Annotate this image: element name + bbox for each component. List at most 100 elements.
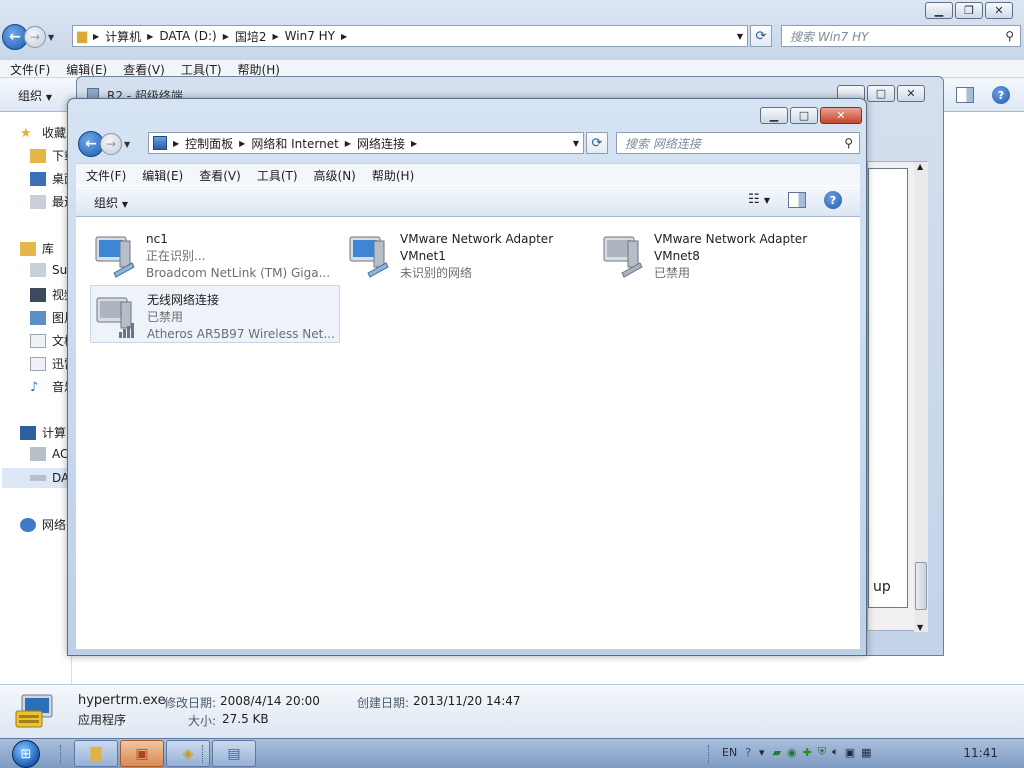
taskbar-grip	[202, 745, 206, 763]
nav-computer[interactable]: 计算	[20, 424, 66, 441]
explorer-search-input[interactable]: 搜索 Win7 HY ⚲	[781, 25, 1021, 47]
forward-button[interactable]: →	[24, 26, 46, 48]
scrollbar-thumb[interactable]	[915, 562, 927, 610]
tray-app-icon[interactable]: ✚	[803, 746, 812, 759]
terminal-area: up ▲ ▼	[867, 161, 928, 632]
connection-item-vmnet1[interactable]: VMware Network Adapter VMnet1 未识别的网络	[344, 225, 594, 283]
size-value: 27.5 KB	[222, 712, 269, 726]
taskbar-network-connections-button[interactable]: ▤	[212, 740, 256, 767]
history-dropdown-icon[interactable]: ▼	[124, 140, 130, 149]
taskbar-powerpoint-button[interactable]: ▣	[120, 740, 164, 767]
usb-device-icon[interactable]: ▣	[845, 746, 855, 759]
menu-advanced[interactable]: 高级(N)	[306, 167, 364, 184]
star-icon: ★	[20, 125, 32, 141]
connection-name: VMware Network Adapter	[654, 232, 808, 246]
preview-pane-icon[interactable]	[788, 192, 806, 208]
created-label: 创建日期:	[357, 696, 410, 710]
search-placeholder: 搜索 网络连接	[625, 136, 701, 151]
nav-label: 收藏	[42, 126, 67, 140]
menu-file[interactable]: 文件(F)	[2, 61, 58, 78]
menu-file[interactable]: 文件(F)	[78, 167, 134, 184]
network-icon	[20, 517, 36, 532]
scroll-down-icon[interactable]: ▼	[917, 623, 923, 632]
minimize-button[interactable]: ▁	[925, 2, 953, 19]
breadcrumb-guopei2[interactable]: 国培2	[235, 28, 267, 45]
nav-sul[interactable]: Sul	[30, 263, 71, 277]
ime-icon[interactable]: ▾	[759, 746, 765, 759]
nav-libraries[interactable]: 库	[20, 240, 54, 257]
restore-button[interactable]: ❐	[955, 2, 983, 19]
breadcrumb-computer[interactable]: 计算机	[105, 28, 141, 45]
help-icon[interactable]: ?	[992, 86, 1010, 104]
connection-device: 已禁用	[654, 266, 691, 280]
tray-app-icon[interactable]: ◉	[787, 746, 797, 759]
organize-button[interactable]: 组织 ▼	[94, 194, 128, 211]
network-status-icon[interactable]: ▦	[861, 746, 871, 759]
menu-view[interactable]: 查看(V)	[191, 167, 249, 184]
nav-label: 网络	[42, 518, 67, 532]
breadcrumb-control-panel[interactable]: 控制面板	[185, 135, 233, 152]
refresh-button[interactable]: ⟳	[586, 132, 608, 154]
taskbar-grip	[60, 745, 64, 763]
tray-app-icon[interactable]: ▰	[773, 746, 781, 759]
breadcrumb-win7hy[interactable]: Win7 HY	[285, 29, 335, 43]
organize-button[interactable]: 组织 ▼	[18, 87, 52, 104]
nc-address-bar[interactable]: ▶ 控制面板 ▶ 网络和 Internet ▶ 网络连接 ▶ ▼	[148, 132, 584, 154]
help-icon[interactable]: ?	[745, 746, 751, 759]
terminal-output: up	[873, 579, 891, 595]
maximize-button[interactable]: □	[867, 85, 895, 102]
drive-icon	[30, 475, 46, 481]
nav-network[interactable]: 网络	[20, 516, 66, 533]
vertical-scrollbar[interactable]: ▲ ▼	[914, 162, 928, 632]
document-icon	[30, 356, 46, 371]
explorer-address-bar[interactable]: ▆ ▶ 计算机 ▶ DATA (D:) ▶ 国培2 ▶ Win7 HY ▶ ▼	[72, 25, 748, 47]
file-name: hypertrm.exe	[78, 693, 166, 708]
close-button[interactable]: ✕	[820, 107, 862, 124]
menu-edit[interactable]: 编辑(E)	[134, 167, 191, 184]
connection-item-nc1[interactable]: nc1 正在识别... Broadcom NetLink (TM) Giga..…	[90, 225, 340, 283]
terminal-screen[interactable]: up	[868, 168, 908, 608]
tray-grip	[708, 745, 712, 763]
maximize-button[interactable]: □	[790, 107, 818, 124]
address-dropdown-icon[interactable]: ▼	[573, 139, 579, 148]
taskbar-clock[interactable]: 11:41	[963, 746, 998, 760]
wired-network-icon	[603, 236, 643, 278]
search-icon[interactable]: ⚲	[844, 136, 853, 150]
language-indicator[interactable]: EN	[722, 746, 737, 759]
preview-pane-icon[interactable]	[956, 87, 974, 103]
presentation-icon: ▣	[135, 745, 149, 762]
help-icon[interactable]: ?	[824, 191, 842, 209]
connection-item-wireless[interactable]: 无线网络连接 已禁用 Atheros AR5B97 Wireless Net..…	[90, 285, 340, 343]
security-shield-icon[interactable]: ⛨	[818, 745, 826, 759]
taskbar-explorer-button[interactable]: ▇	[74, 740, 118, 767]
details-pane: hypertrm.exe 应用程序 修改日期: 2008/4/14 20:00 …	[0, 684, 1024, 738]
refresh-button[interactable]: ⟳	[750, 25, 772, 47]
address-dropdown-icon[interactable]: ▼	[737, 32, 743, 41]
close-button[interactable]: ✕	[985, 2, 1013, 19]
connection-item-vmnet8[interactable]: VMware Network Adapter VMnet8 已禁用	[598, 225, 848, 283]
network-connections-icon: ▤	[227, 745, 241, 762]
change-view-icon[interactable]: ☷ ▼	[748, 192, 770, 207]
start-button[interactable]: ⊞	[6, 739, 46, 768]
nc-command-bar: 组织 ▼ ☷ ▼ ?	[76, 185, 860, 217]
breadcrumb-network-internet[interactable]: 网络和 Internet	[251, 135, 338, 152]
nav-drive-ac[interactable]: AC	[30, 447, 68, 461]
folder-icon	[30, 148, 46, 163]
breadcrumb-network-connections[interactable]: 网络连接	[357, 135, 405, 152]
modified-value: 2008/4/14 20:00	[220, 694, 320, 708]
nav-favorites[interactable]: ★ 收藏	[20, 124, 66, 141]
close-button[interactable]: ✕	[897, 85, 925, 102]
explorer-navigation-pane: ★ 收藏 下载 桌面 最近 库 Sul 视频 图片 文档 迅雷 ♪ 音乐 计算 AC…	[0, 112, 76, 684]
menu-help[interactable]: 帮助(H)	[364, 167, 422, 184]
history-dropdown-icon[interactable]: ▼	[48, 33, 54, 42]
nc-search-input[interactable]: 搜索 网络连接 ⚲	[616, 132, 860, 154]
volume-icon[interactable]: 🔈︎	[832, 745, 839, 759]
menu-tools[interactable]: 工具(T)	[249, 167, 306, 184]
scroll-up-icon[interactable]: ▲	[917, 162, 923, 171]
nav-drive-data[interactable]: DA	[2, 468, 72, 488]
minimize-button[interactable]: ▁	[760, 107, 788, 124]
search-icon[interactable]: ⚲	[1005, 29, 1014, 43]
breadcrumb-data-drive[interactable]: DATA (D:)	[159, 29, 216, 43]
connection-status: VMnet8	[654, 249, 700, 263]
forward-button[interactable]: →	[100, 133, 122, 155]
